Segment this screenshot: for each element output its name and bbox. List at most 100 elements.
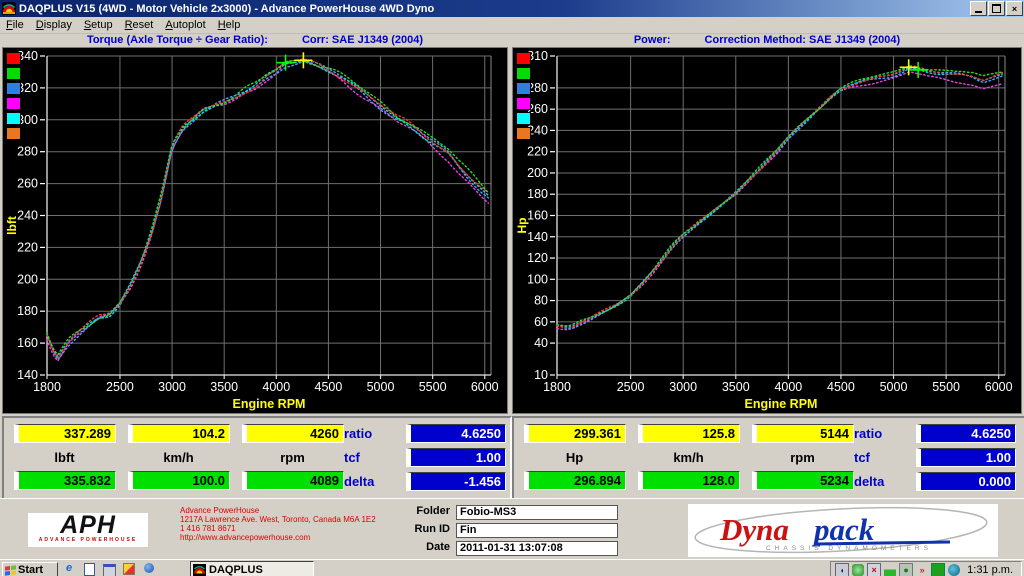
unit-label-lbft: lbft: [14, 450, 115, 465]
menu-item-reset[interactable]: Reset: [119, 18, 160, 32]
start-button[interactable]: Start: [2, 562, 58, 576]
svg-text:1800: 1800: [33, 380, 61, 394]
torque-readout-panel: 337.289 104.2 4260 lbft km/h rpm 335.832 100.0 4…: [2, 416, 512, 502]
daqplus-window: DAQPLUS V15 (4WD - Motor Vehicle 2x3000)…: [0, 0, 1024, 576]
power-plot-area[interactable]: 3102802602402202001801601401201008060401…: [512, 47, 1022, 414]
signal-strength-icon[interactable]: [884, 564, 896, 576]
cursor-value-lbft: 337.289: [14, 424, 116, 443]
field-input-date[interactable]: 2011-01-31 13:07:08: [456, 541, 618, 556]
svg-text:6000: 6000: [985, 380, 1013, 394]
document-icon[interactable]: [82, 562, 96, 575]
torque-run-trace-4: [47, 60, 488, 361]
unit-label-km/h: km/h: [128, 450, 229, 465]
torque-correction-text: Corr: SAE J1349 (2004): [302, 34, 423, 47]
svg-text:280: 280: [17, 145, 38, 159]
cursor-value-rpm: 4260: [242, 424, 344, 443]
minimize-button[interactable]: [970, 1, 987, 16]
paint-icon[interactable]: [122, 562, 136, 575]
svg-text:4500: 4500: [827, 380, 855, 394]
peak-value-rpm: 5234: [752, 471, 854, 490]
device-safety-icon[interactable]: ●: [899, 563, 913, 576]
internet-explorer-icon[interactable]: e: [62, 562, 76, 575]
dynapack-logo: Dyna pack CHASSIS DYNAMOMETERS: [688, 504, 998, 557]
side-label-ratio: ratio: [344, 426, 372, 441]
svg-text:4000: 4000: [262, 380, 290, 394]
svg-text:160: 160: [527, 209, 548, 223]
menu-bar: FileDisplaySetupResetAutoplotHelp: [0, 17, 1024, 34]
app-status-icon[interactable]: [948, 564, 960, 576]
unit-label-Hp: Hp: [524, 450, 625, 465]
svg-text:Engine RPM: Engine RPM: [745, 397, 818, 411]
media-icon[interactable]: [142, 562, 156, 575]
menu-item-file[interactable]: File: [0, 18, 30, 32]
menu-item-setup[interactable]: Setup: [78, 18, 119, 32]
menu-item-help[interactable]: Help: [212, 18, 247, 32]
side-label-delta: delta: [344, 474, 374, 489]
svg-text:3000: 3000: [158, 380, 186, 394]
windows-flag-icon: [5, 565, 16, 575]
svg-text:220: 220: [527, 145, 548, 159]
side-label-delta: delta: [854, 474, 884, 489]
svg-text:5000: 5000: [367, 380, 395, 394]
svg-text:Engine RPM: Engine RPM: [233, 397, 306, 411]
close-button[interactable]: ×: [1006, 1, 1023, 16]
taskbar-daqplus-label: DAQPLUS: [209, 564, 263, 576]
run-color-swatch-4: [6, 97, 21, 110]
start-button-label: Start: [18, 564, 43, 576]
taskbar-clock[interactable]: 1:31 p.m.: [963, 564, 1017, 576]
volume-icon[interactable]: ◖: [835, 563, 849, 576]
power-title-text: Power:: [634, 34, 671, 47]
side-label-tcf: tcf: [344, 450, 360, 465]
torque-run-trace-3: [47, 61, 488, 359]
torque-chart-panel: Torque (Axle Torque ÷ Gear Ratio): Corr:…: [2, 34, 508, 414]
cursor-value-rpm: 5144: [752, 424, 854, 443]
power-plot-svg: 3102802602402202001801601401201008060401…: [513, 48, 1021, 413]
vpn-icon[interactable]: [931, 563, 945, 576]
peak-value-km/h: 100.0: [128, 471, 230, 490]
run-color-swatch-3: [516, 82, 531, 95]
svg-text:2500: 2500: [617, 380, 645, 394]
window-title: DAQPLUS V15 (4WD - Motor Vehicle 2x3000)…: [19, 3, 970, 15]
unit-label-rpm: rpm: [242, 450, 343, 465]
svg-text:220: 220: [17, 240, 38, 254]
side-label-tcf: tcf: [854, 450, 870, 465]
menu-item-autoplot[interactable]: Autoplot: [159, 18, 211, 32]
window-icon[interactable]: [102, 562, 116, 575]
peak-value-lbft: 335.832: [14, 471, 116, 490]
svg-text:40: 40: [534, 336, 548, 350]
aph-logo: APH ADVANCE POWERHOUSE: [28, 513, 148, 547]
torque-plot-area[interactable]: 3403203002802602402202001801601401800250…: [2, 47, 508, 414]
field-input-folder[interactable]: Fobio-MS3: [456, 505, 618, 520]
taskbar-daqplus-button[interactable]: DAQPLUS: [190, 561, 314, 576]
power-run-trace-3: [557, 68, 1002, 329]
footer-bar: APH ADVANCE POWERHOUSE Advance PowerHous…: [0, 498, 1024, 560]
menu-item-display[interactable]: Display: [30, 18, 78, 32]
address-line-4: http://www.advancepowerhouse.com: [180, 533, 376, 542]
svg-text:1800: 1800: [543, 380, 571, 394]
shop-address: Advance PowerHouse1217A Lawrence Ave. We…: [180, 506, 376, 542]
svg-text:4500: 4500: [315, 380, 343, 394]
svg-text:5000: 5000: [880, 380, 908, 394]
cursor-value-km/h: 104.2: [128, 424, 230, 443]
run-color-swatch-2: [6, 67, 21, 80]
run-color-swatch-2: [516, 67, 531, 80]
messenger-icon[interactable]: [852, 564, 864, 576]
dynapack-word1: Dyna: [719, 512, 789, 547]
torque-run-legend: [6, 52, 21, 142]
power-readout-panel: 299.361125.85144Hpkm/hrpm296.894128.0523…: [512, 416, 1024, 502]
peak-value-km/h: 128.0: [638, 471, 740, 490]
network-offline-icon[interactable]: ×: [867, 563, 881, 576]
run-color-swatch-1: [516, 52, 531, 65]
aph-logo-text: APH: [28, 513, 148, 537]
svg-text:200: 200: [527, 166, 548, 180]
peak-value-rpm: 4089: [242, 471, 344, 490]
power-run-trace-2: [557, 67, 1002, 326]
svg-text:180: 180: [527, 187, 548, 201]
svg-text:100: 100: [527, 272, 548, 286]
side-value-ratio: 4.6250: [406, 424, 506, 443]
field-input-run-id[interactable]: Fin: [456, 523, 618, 538]
arrows-icon[interactable]: »: [916, 564, 928, 576]
restore-button[interactable]: [988, 1, 1005, 16]
svg-text:3000: 3000: [669, 380, 697, 394]
svg-text:80: 80: [534, 294, 548, 308]
